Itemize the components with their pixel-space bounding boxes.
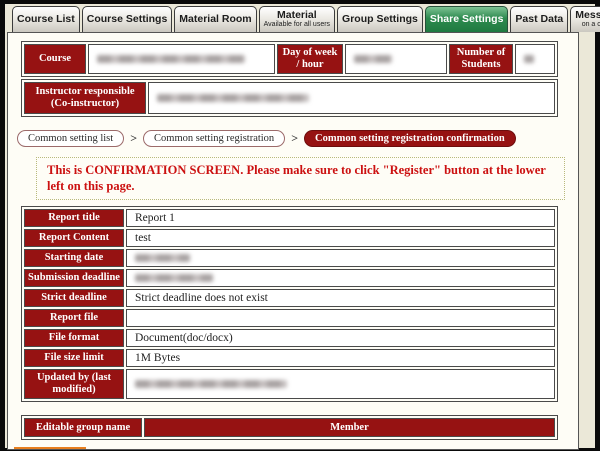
tab-sublabel: on a class: [582, 21, 600, 29]
tab-group-settings[interactable]: Group Settings: [337, 6, 423, 32]
row-value: [126, 249, 555, 267]
redacted-value: [135, 254, 190, 262]
breadcrumb-common-setting-list[interactable]: Common setting list: [17, 130, 124, 147]
tab-sublabel: Available for all users: [264, 21, 330, 29]
redacted-value: [135, 380, 287, 388]
breadcrumb-common-setting-registration[interactable]: Common setting registration: [143, 130, 285, 147]
breadcrumb: Common setting list > Common setting reg…: [17, 130, 566, 147]
tab-course-list[interactable]: Course List: [12, 6, 80, 32]
instructor-label: Instructor responsible (Co-instructor): [24, 82, 146, 114]
row-value: test: [126, 229, 555, 247]
action-buttons: Register Back: [14, 447, 578, 450]
group-table: Editable group name Member: [21, 415, 558, 440]
row-value: Document(doc/docx): [126, 329, 555, 347]
tab-share-settings[interactable]: Share Settings: [425, 6, 509, 32]
row-value: [126, 309, 555, 327]
row-value: Strict deadline does not exist: [126, 289, 555, 307]
tab-label: Message: [575, 10, 600, 21]
breadcrumb-separator: >: [291, 131, 298, 146]
redacted-value: [524, 55, 534, 63]
row-label: Report Content: [24, 229, 124, 247]
table-row: File format Document(doc/docx): [24, 329, 555, 347]
course-info-row2: Instructor responsible (Co-instructor): [21, 79, 558, 117]
table-row: Report title Report 1: [24, 209, 555, 227]
row-label: Submission deadline: [24, 269, 124, 287]
row-label: Strict deadline: [24, 289, 124, 307]
row-label: File size limit: [24, 349, 124, 367]
tab-label: Course Settings: [87, 14, 168, 25]
redacted-value: [157, 94, 309, 102]
table-row: Updated by (last modified): [24, 369, 555, 399]
day-of-week-label: Day of week / hour: [277, 44, 343, 74]
row-label: Report title: [24, 209, 124, 227]
register-highlight-box: Register: [14, 447, 86, 450]
course-info-row1: Course Day of week / hour Number of Stud…: [21, 41, 558, 77]
table-row: Report Content test: [24, 229, 555, 247]
editable-group-name-header: Editable group name: [24, 418, 142, 437]
tab-label: Material: [277, 10, 317, 21]
breadcrumb-confirmation-current: Common setting registration confirmation: [304, 130, 516, 147]
table-row: Editable group name Member: [24, 418, 555, 437]
row-label: File format: [24, 329, 124, 347]
tab-label: Past Data: [515, 14, 563, 25]
row-label: Updated by (last modified): [24, 369, 124, 399]
row-label: Starting date: [24, 249, 124, 267]
course-label: Course: [24, 44, 86, 74]
row-value: Report 1: [126, 209, 555, 227]
table-row: File size limit 1M Bytes: [24, 349, 555, 367]
instructor-value: [148, 82, 555, 114]
redacted-value: [135, 274, 213, 282]
redacted-value: [354, 55, 392, 63]
tab-material-room[interactable]: Material Room: [174, 6, 256, 32]
content-panel: Course Day of week / hour Number of Stud…: [7, 32, 579, 450]
page-background: Course List Course Settings Material Roo…: [5, 4, 595, 448]
report-details-table: Report title Report 1 Report Content tes…: [21, 206, 558, 402]
group-table-header: Editable group name Member: [21, 415, 558, 440]
tab-label: Group Settings: [342, 14, 418, 25]
tab-label: Material Room: [179, 14, 251, 25]
number-of-students-label: Number of Students: [449, 44, 513, 74]
row-label: Report file: [24, 309, 124, 327]
row-value: [126, 269, 555, 287]
member-header: Member: [144, 418, 555, 437]
breadcrumb-separator: >: [130, 131, 137, 146]
table-row: Starting date: [24, 249, 555, 267]
table-row: Submission deadline: [24, 269, 555, 287]
course-info: Course Day of week / hour Number of Stud…: [21, 41, 558, 117]
course-value: [88, 44, 275, 74]
tab-message[interactable]: Message on a class: [570, 6, 600, 32]
tab-bar: Course List Course Settings Material Roo…: [7, 4, 581, 32]
redacted-value: [97, 55, 245, 63]
row-value: [126, 369, 555, 399]
tab-label: Share Settings: [430, 14, 504, 25]
day-of-week-value: [345, 44, 447, 74]
tab-label: Course List: [17, 14, 75, 25]
report-details: Report title Report 1 Report Content tes…: [21, 206, 558, 402]
table-row: Strict deadline Strict deadline does not…: [24, 289, 555, 307]
confirmation-notice: This is CONFIRMATION SCREEN. Please make…: [36, 157, 565, 200]
table-row: Report file: [24, 309, 555, 327]
tab-course-settings[interactable]: Course Settings: [82, 6, 173, 32]
tab-past-data[interactable]: Past Data: [510, 6, 568, 32]
number-of-students-value: [515, 44, 555, 74]
tab-material-all-users[interactable]: Material Available for all users: [259, 6, 335, 32]
row-value: 1M Bytes: [126, 349, 555, 367]
